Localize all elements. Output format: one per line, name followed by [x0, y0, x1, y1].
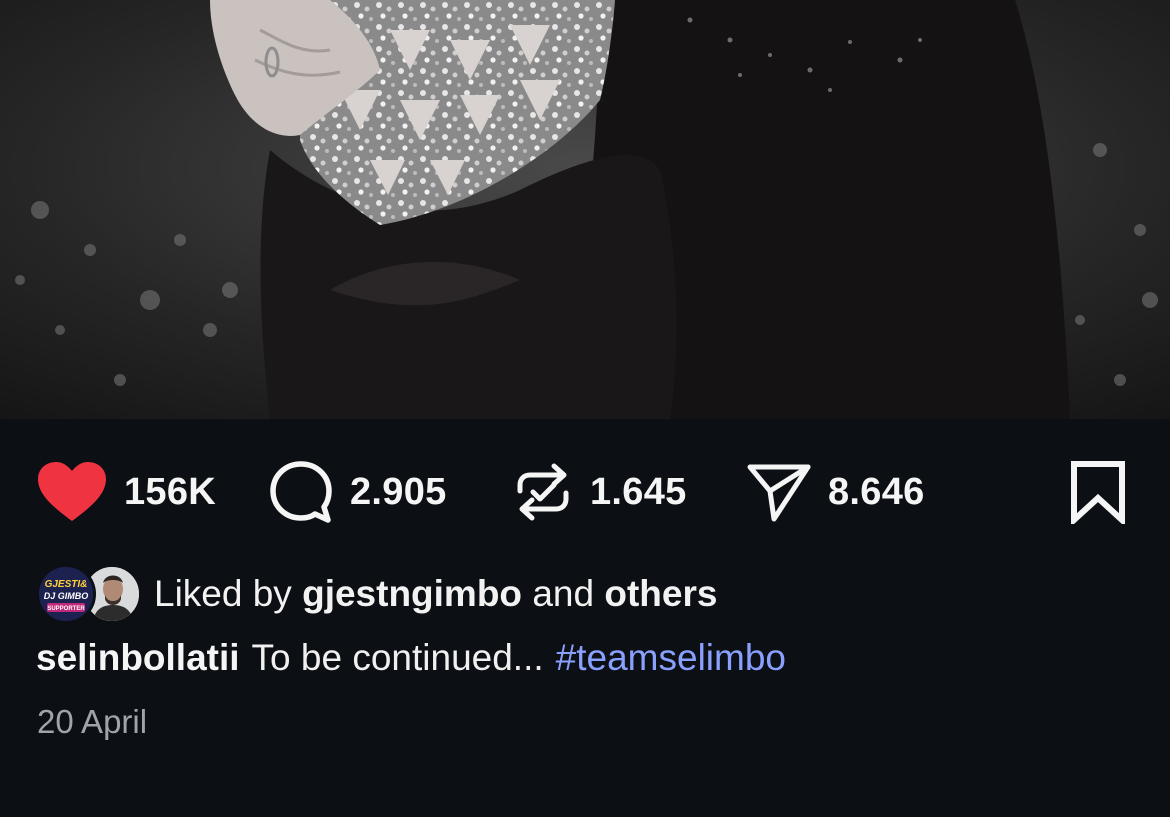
- svg-text:SUPPORTER: SUPPORTER: [47, 606, 85, 612]
- action-bar: 156K 2.905 1.645 8.646: [0, 452, 1170, 532]
- repost-icon: [512, 461, 574, 523]
- like-button[interactable]: 156K: [36, 452, 216, 532]
- liked-by-user[interactable]: gjestngimbo: [302, 573, 522, 614]
- comment-button[interactable]: 2.905: [268, 452, 447, 532]
- repost-count: 1.645: [590, 470, 687, 513]
- liked-by-conjunction: and: [532, 573, 595, 614]
- svg-text:GJESTI&: GJESTI&: [45, 579, 88, 590]
- svg-text:DJ GIMBO: DJ GIMBO: [44, 591, 89, 601]
- repost-button[interactable]: 1.645: [512, 452, 687, 532]
- caption-username[interactable]: selinbollatii: [36, 637, 240, 679]
- share-button[interactable]: 8.646: [746, 452, 925, 532]
- like-count: 156K: [124, 470, 217, 513]
- caption-text: To be continued...: [251, 637, 544, 678]
- liked-by-text: Liked by gjestngimbo and others: [154, 573, 717, 615]
- post-date: 20 April: [37, 703, 148, 740]
- heart-filled-icon: [36, 461, 108, 523]
- share-count: 8.646: [828, 470, 925, 513]
- post-card: 156K 2.905 1.645 8.646 GJESTI& DJ GIMBO …: [0, 0, 1170, 817]
- liked-by-prefix: Liked by: [154, 573, 292, 614]
- caption-hashtag[interactable]: #teamselimbo: [556, 637, 786, 679]
- liked-by-avatars: GJESTI& DJ GIMBO SUPPORTER: [36, 564, 142, 624]
- avatar: GJESTI& DJ GIMBO SUPPORTER: [36, 564, 96, 624]
- comment-bubble-icon: [268, 459, 334, 525]
- fan-club-logo: GJESTI& DJ GIMBO SUPPORTER: [39, 567, 93, 621]
- post-photo[interactable]: [0, 0, 1170, 419]
- post-caption: selinbollatii To be continued... #teamse…: [36, 632, 786, 684]
- liked-by-others[interactable]: others: [604, 573, 717, 614]
- post-photo-image: [0, 0, 1170, 419]
- save-button[interactable]: [1068, 452, 1128, 532]
- comment-count: 2.905: [350, 470, 447, 513]
- send-paper-plane-icon: [746, 461, 812, 523]
- bookmark-icon: [1068, 460, 1128, 524]
- liked-by-row[interactable]: GJESTI& DJ GIMBO SUPPORTER Liked by gjes…: [36, 564, 717, 624]
